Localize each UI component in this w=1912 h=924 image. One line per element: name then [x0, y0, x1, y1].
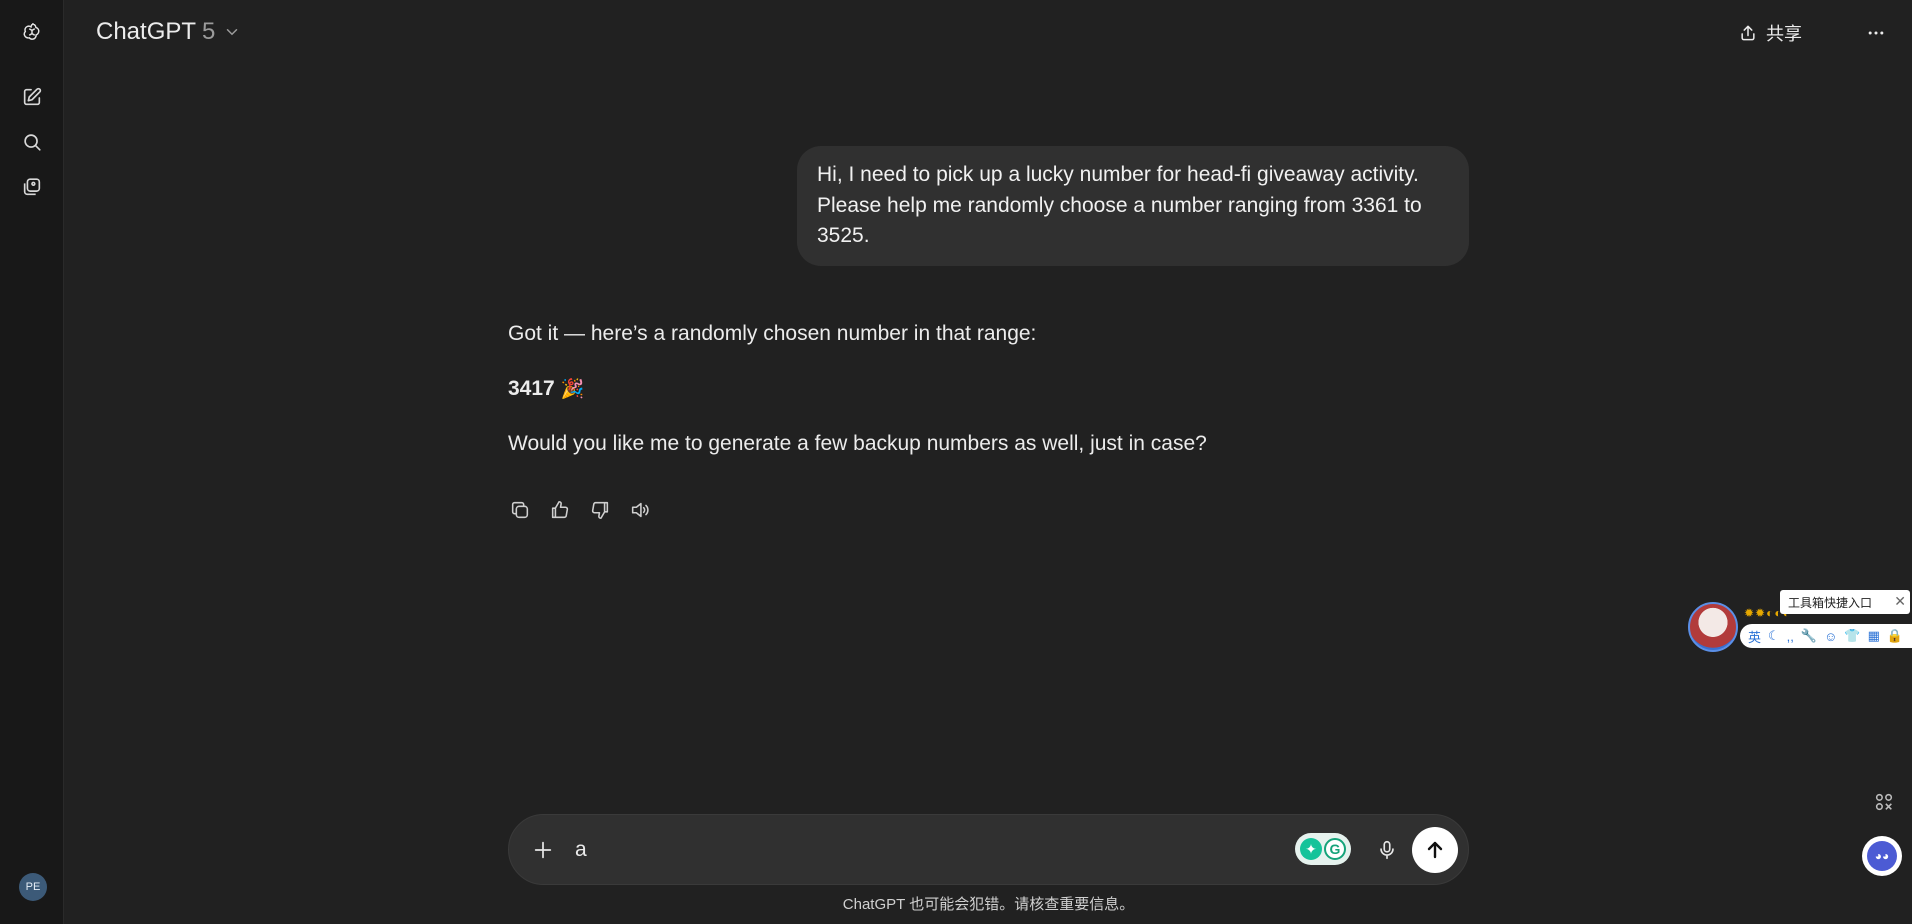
read-aloud-button[interactable]	[624, 494, 656, 526]
openai-logo-icon[interactable]	[16, 16, 48, 48]
toolbox-avatar[interactable]	[1688, 602, 1738, 652]
prompt-input[interactable]	[573, 833, 1193, 867]
model-picker[interactable]: ChatGPT 5	[88, 14, 249, 50]
thumbs-up-button[interactable]	[544, 494, 576, 526]
arrow-up-icon	[1427, 841, 1443, 859]
wrench-icon[interactable]: 🔧	[1801, 628, 1817, 644]
model-version: 5	[202, 18, 216, 45]
emoji-icon[interactable]: ☺	[1824, 629, 1837, 644]
plus-icon	[534, 841, 552, 859]
share-upload-icon	[1741, 25, 1755, 41]
toolbox-tooltip: 工具箱快捷入口 ✕	[1780, 590, 1910, 614]
user-message-text: Hi, I need to pick up a lucky number for…	[817, 163, 1422, 247]
avatar-initials: PE	[25, 881, 41, 893]
assistant-number-line: 3417 🎉	[508, 377, 584, 401]
grammarly-suggest-icon: ✦	[1300, 838, 1322, 860]
assistant-followup-text: Would you like me to generate a few back…	[508, 432, 1207, 455]
user-avatar[interactable]: PE	[19, 873, 47, 901]
grammarly-widget[interactable]: ✦ G	[1295, 833, 1351, 865]
more-options-button[interactable]	[1858, 16, 1894, 50]
library-images-icon[interactable]	[16, 171, 48, 203]
send-button[interactable]	[1412, 827, 1458, 873]
party-popper-emoji: 🎉	[560, 379, 585, 400]
shirt-icon[interactable]: 👕	[1844, 628, 1860, 644]
assistant-intro-text: Got it — here’s a randomly chosen number…	[508, 322, 1037, 345]
thumbs-down-button[interactable]	[584, 494, 616, 526]
punctuation-icon[interactable]: ,,	[1787, 629, 1794, 644]
copy-button[interactable]	[504, 494, 536, 526]
dictate-button[interactable]	[1369, 832, 1405, 868]
search-icon[interactable]	[16, 126, 48, 158]
command-shortcut-icon	[1875, 793, 1893, 811]
close-icon[interactable]: ✕	[1894, 593, 1906, 610]
ellipsis-icon	[1868, 31, 1884, 35]
grid-icon[interactable]: ▦	[1868, 628, 1880, 644]
header: ChatGPT 5 共享	[64, 0, 1912, 66]
lucky-number: 3417	[508, 377, 555, 400]
lock-icon[interactable]: 🔒	[1887, 628, 1903, 644]
share-button[interactable]: 共享	[1728, 16, 1812, 50]
new-chat-icon[interactable]	[16, 81, 48, 113]
bot-face-icon: ◕◕	[1867, 841, 1897, 871]
grammarly-g-icon: G	[1324, 838, 1346, 860]
side-shortcut-button[interactable]	[1866, 784, 1902, 820]
user-message-bubble: Hi, I need to pick up a lucky number for…	[797, 146, 1469, 266]
language-toggle[interactable]: 英	[1748, 627, 1761, 646]
disclaimer-text: ChatGPT 也可能会犯错。请核查重要信息。	[842, 896, 1135, 913]
left-rail: PE	[0, 0, 64, 924]
model-name: ChatGPT	[96, 18, 197, 45]
microphone-icon	[1380, 840, 1394, 860]
speaker-icon	[631, 502, 649, 518]
copy-icon	[511, 501, 529, 519]
moon-icon[interactable]: ☾	[1768, 628, 1780, 644]
thumbs-up-icon	[551, 500, 569, 519]
toolbox-widget: ✹✹◐◐◐ 工具箱快捷入口 ✕ 英 ☾ ,, 🔧 ☺ 👕 ▦ 🔒	[1688, 590, 1912, 652]
assistant-bot-button[interactable]: ◕◕	[1862, 836, 1902, 876]
chevron-down-icon	[227, 29, 238, 36]
thumbs-down-icon	[591, 501, 609, 520]
attach-button[interactable]	[525, 832, 561, 868]
composer: ✦ G	[508, 814, 1469, 885]
toolbox-tooltip-text: 工具箱快捷入口	[1788, 595, 1873, 610]
toolbox-bar: 英 ☾ ,, 🔧 ☺ 👕 ▦ 🔒	[1740, 624, 1912, 648]
share-label: 共享	[1766, 24, 1802, 44]
message-actions	[504, 494, 656, 526]
